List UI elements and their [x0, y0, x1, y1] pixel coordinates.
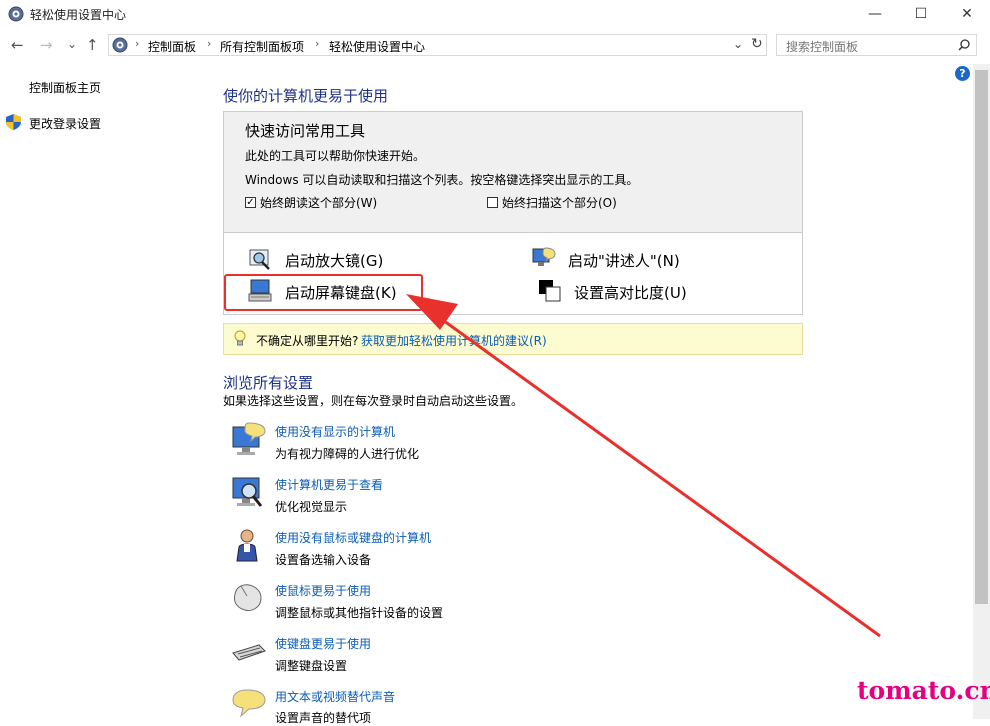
watermark: tomato.cm — [857, 676, 990, 705]
annotation-arrow — [406, 294, 881, 638]
